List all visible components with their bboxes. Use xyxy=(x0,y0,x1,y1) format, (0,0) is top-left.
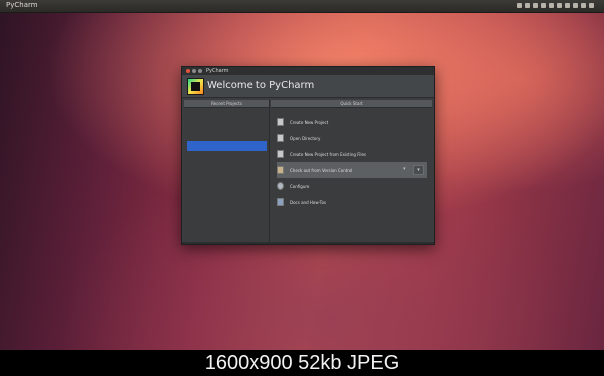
pycharm-welcome-window: PyCharm Welcome to PyCharm Recent Projec… xyxy=(181,66,435,245)
close-icon[interactable] xyxy=(186,69,190,73)
recent-project-item[interactable] xyxy=(187,111,267,121)
quick-start-actions: Create New Project Open Directory Create… xyxy=(271,108,432,210)
gear-icon xyxy=(277,182,284,190)
quick-start-panel: Quick Start Create New Project Open Dire… xyxy=(271,100,432,242)
action-label: Create New Project from Existing Files xyxy=(290,151,366,157)
quick-start-header: Quick Start xyxy=(271,100,432,108)
welcome-banner: Welcome to PyCharm xyxy=(182,75,434,98)
recent-project-item[interactable] xyxy=(187,121,267,131)
configure-action[interactable]: Configure xyxy=(277,178,427,194)
recent-project-item[interactable] xyxy=(187,131,267,141)
tray-icon[interactable] xyxy=(533,3,538,8)
topbar-app-title: PyCharm xyxy=(6,1,38,9)
recent-projects-panel: Recent Projects xyxy=(184,100,270,242)
docs-action[interactable]: Docs and How-Tos xyxy=(277,194,427,210)
tray-icon[interactable] xyxy=(581,3,586,8)
tray-icon[interactable] xyxy=(573,3,578,8)
vcs-icon xyxy=(277,166,284,174)
existing-files-icon xyxy=(277,150,284,158)
action-label: Check out from Version Control xyxy=(290,167,353,173)
tray-icon[interactable] xyxy=(517,3,522,8)
pycharm-logo-icon xyxy=(187,78,204,95)
create-new-project-action[interactable]: Create New Project xyxy=(277,114,427,130)
image-caption: 1600x900 52kb JPEG xyxy=(0,350,604,376)
minimize-icon[interactable] xyxy=(192,69,196,73)
vcs-checkout-action[interactable]: Check out from Version Control ▾ ▾ xyxy=(277,162,427,178)
help-icon xyxy=(277,198,284,206)
tray-icon[interactable] xyxy=(565,3,570,8)
tray-icon[interactable] xyxy=(589,3,594,8)
open-directory-action[interactable]: Open Directory xyxy=(277,130,427,146)
tray-icon[interactable] xyxy=(549,3,554,8)
action-label: Open Directory xyxy=(290,135,321,141)
recent-projects-list xyxy=(184,108,269,171)
tray-icon[interactable] xyxy=(557,3,562,8)
welcome-title: Welcome to PyCharm xyxy=(207,80,315,91)
action-label: Configure xyxy=(290,183,310,189)
recent-project-item[interactable] xyxy=(187,151,267,161)
system-tray xyxy=(517,3,594,9)
window-titlebar: PyCharm xyxy=(182,67,434,75)
top-menu-bar: PyCharm xyxy=(0,0,604,13)
window-title: PyCharm xyxy=(206,68,229,74)
chevron-down-icon: ▾ xyxy=(403,166,406,172)
existing-files-action[interactable]: Create New Project from Existing Files xyxy=(277,146,427,162)
maximize-icon[interactable] xyxy=(198,69,202,73)
recent-projects-header: Recent Projects xyxy=(184,100,269,108)
new-project-icon xyxy=(277,118,284,126)
action-label: Docs and How-Tos xyxy=(290,199,326,205)
action-label: Create New Project xyxy=(290,119,329,125)
recent-project-item-selected[interactable] xyxy=(187,141,267,151)
window-statusbar xyxy=(182,242,434,244)
dropdown-button[interactable]: ▾ xyxy=(413,165,424,175)
open-folder-icon xyxy=(277,134,284,142)
tray-icon[interactable] xyxy=(525,3,530,8)
recent-project-item[interactable] xyxy=(187,161,267,171)
desktop-wallpaper: PyCharm PyCharm Welcome to PyCharm Recen xyxy=(0,0,604,350)
tray-icon[interactable] xyxy=(541,3,546,8)
